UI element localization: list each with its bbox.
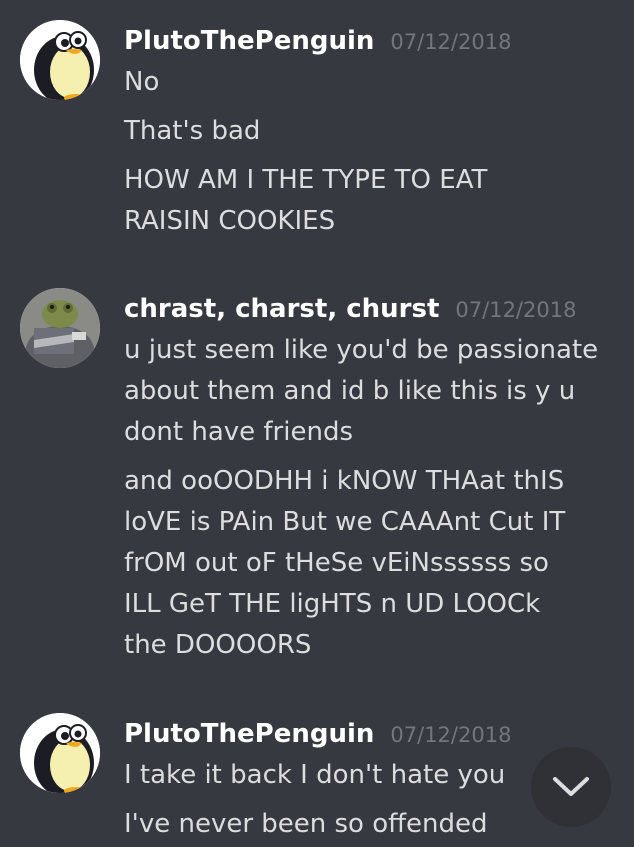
timestamp: 07/12/2018 <box>390 723 512 747</box>
username[interactable]: chrast, charst, churst <box>124 294 439 324</box>
message-text: RAISIN COOKIES <box>124 206 336 236</box>
message-text: That's bad <box>124 116 261 146</box>
message-text: No <box>124 67 160 97</box>
message-text: frOM out oF tHeSe vEiNssssss so <box>124 548 549 578</box>
message-text: u just seem like you'd be passionate <box>124 335 599 365</box>
timestamp: 07/12/2018 <box>455 298 577 322</box>
username[interactable]: PlutoThePenguin <box>124 719 374 749</box>
message-text: ILL GeT THE ligHTS n UD LOOCk <box>124 589 541 619</box>
message-text: and ooOODHH i kNOW THAat thIS <box>124 466 565 496</box>
penguin-avatar-icon[interactable] <box>20 20 100 100</box>
message-text: HOW AM I THE TYPE TO EAT <box>124 165 488 195</box>
message-text: the DOOOORS <box>124 630 312 660</box>
message-text: loVE is PAin But we CAAAnt Cut IT <box>124 507 566 537</box>
username[interactable]: PlutoThePenguin <box>124 26 374 56</box>
frog-photo-avatar-icon[interactable] <box>20 288 100 368</box>
timestamp: 07/12/2018 <box>390 30 512 54</box>
jump-to-latest-button[interactable] <box>531 747 611 827</box>
message-text: about them and id b like this is y u <box>124 376 576 406</box>
chevron-down-icon <box>553 777 589 796</box>
message-text: dont have friends <box>124 417 353 447</box>
penguin-avatar-icon[interactable] <box>20 713 100 793</box>
